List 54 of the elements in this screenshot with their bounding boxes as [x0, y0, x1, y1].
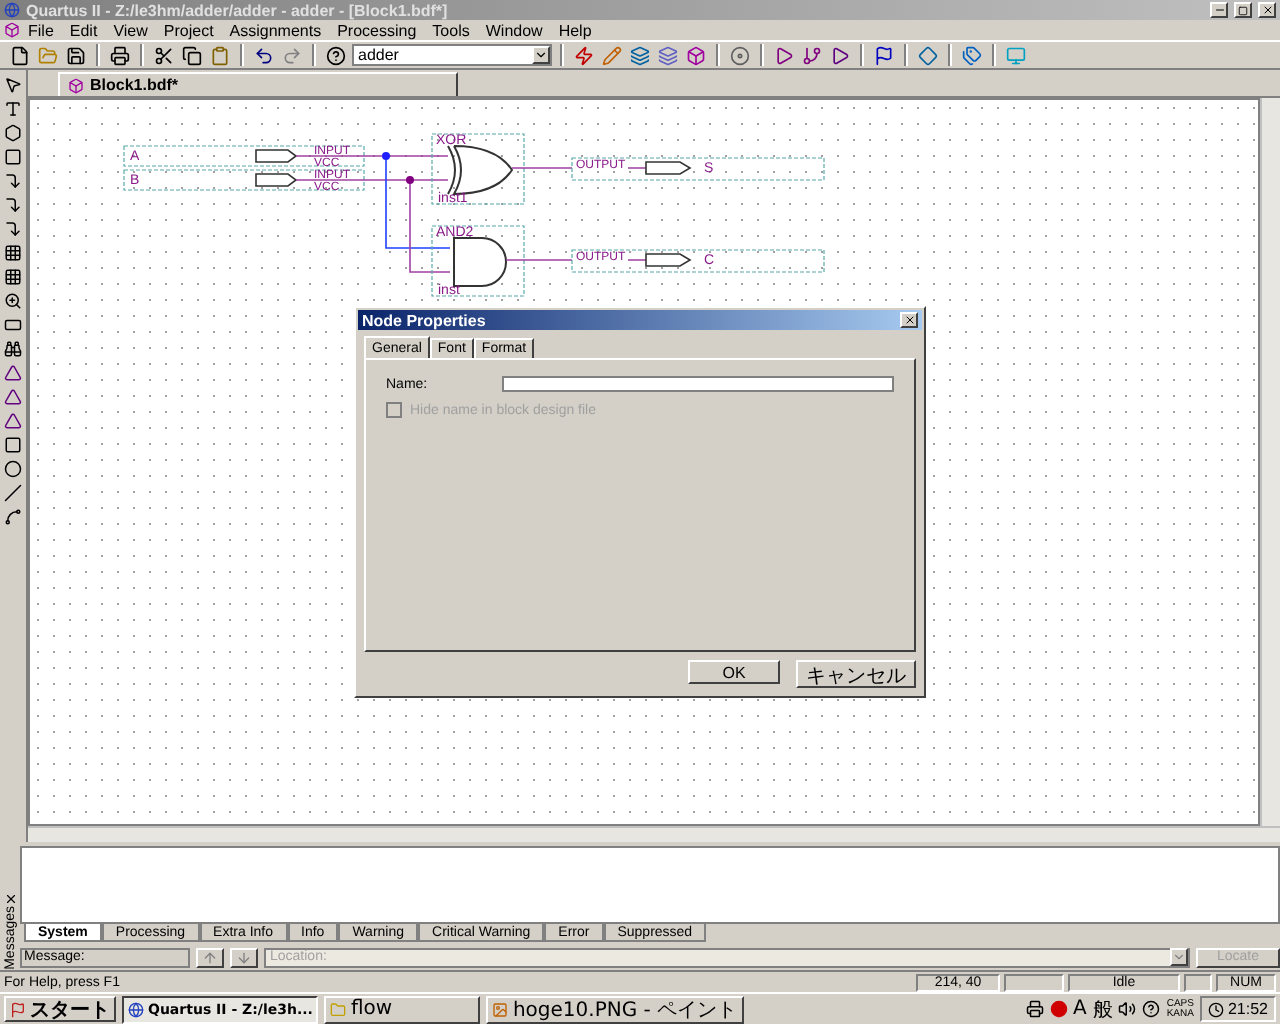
junction-dot — [406, 176, 414, 184]
taskbar-button[interactable]: flow — [324, 995, 481, 1023]
menu-item[interactable]: Edit — [61, 21, 106, 39]
menu-item[interactable]: Processing — [329, 21, 425, 39]
next-message-button[interactable] — [230, 947, 258, 967]
menu-item[interactable]: Tools — [424, 21, 478, 39]
wire — [505, 259, 647, 261]
menu-item[interactable]: Project — [155, 21, 222, 39]
restore-button[interactable] — [1234, 2, 1252, 18]
ime-indicator[interactable]: A — [1073, 998, 1087, 1020]
input-pin-symbol — [255, 149, 298, 163]
project-combo[interactable]: adder — [352, 44, 552, 66]
input-pin-symbol — [255, 173, 298, 187]
document-tab[interactable]: Block1.bdf* — [58, 72, 458, 96]
flag-icon[interactable] — [10, 1001, 26, 1017]
clock-icon — [1207, 1001, 1224, 1017]
horizontal-scrollbar[interactable] — [28, 826, 1280, 842]
junction-dot — [382, 152, 390, 160]
document-icon — [68, 77, 84, 93]
symbol-frame — [431, 225, 525, 297]
and-gate — [453, 237, 507, 287]
output-pin-symbol — [645, 253, 692, 267]
xor-gate — [447, 145, 513, 195]
previous-message-button[interactable] — [196, 947, 224, 967]
document-icon — [4, 22, 20, 38]
wire — [511, 167, 647, 169]
close-icon[interactable] — [3, 892, 17, 907]
printer-icon[interactable] — [1025, 1000, 1043, 1018]
arrow-up-icon[interactable] — [202, 949, 218, 965]
globe-icon[interactable] — [128, 1001, 144, 1017]
menu-item[interactable]: Assignments — [221, 21, 330, 39]
menu-item[interactable]: File — [20, 21, 62, 39]
arrow-down-icon[interactable] — [236, 949, 252, 965]
menu-item[interactable]: Help — [550, 21, 600, 39]
taskbar-button[interactable]: hoge10.PNG - ペイント — [486, 995, 744, 1023]
restore-icon[interactable] — [1238, 5, 1248, 15]
ball-icon[interactable] — [1049, 1000, 1067, 1018]
dialog-title: Node Properties — [362, 311, 486, 329]
start-button[interactable]: スタート — [4, 996, 116, 1022]
window-title: Quartus II - Z:/le3hm/adder/adder - adder - [Block1.bdf*] — [26, 1, 450, 19]
symbol-frame — [431, 133, 525, 205]
clock-text: 21:52 — [1227, 1000, 1268, 1018]
menu-item[interactable]: View — [105, 21, 156, 39]
ime-indicator[interactable]: 般 — [1092, 995, 1113, 1023]
speaker-icon[interactable] — [1118, 1000, 1137, 1018]
name-input[interactable] — [502, 376, 894, 392]
app-icon — [4, 2, 20, 18]
output-pin-symbol — [645, 161, 692, 175]
image-icon[interactable] — [492, 1001, 509, 1017]
menu-item[interactable]: Window — [477, 21, 551, 39]
help-icon[interactable] — [1142, 1000, 1161, 1018]
vertical-scrollbar[interactable] — [1260, 98, 1280, 826]
ok-button[interactable]: OK — [688, 660, 780, 684]
cancel-button[interactable]: キャンセル — [796, 660, 916, 688]
